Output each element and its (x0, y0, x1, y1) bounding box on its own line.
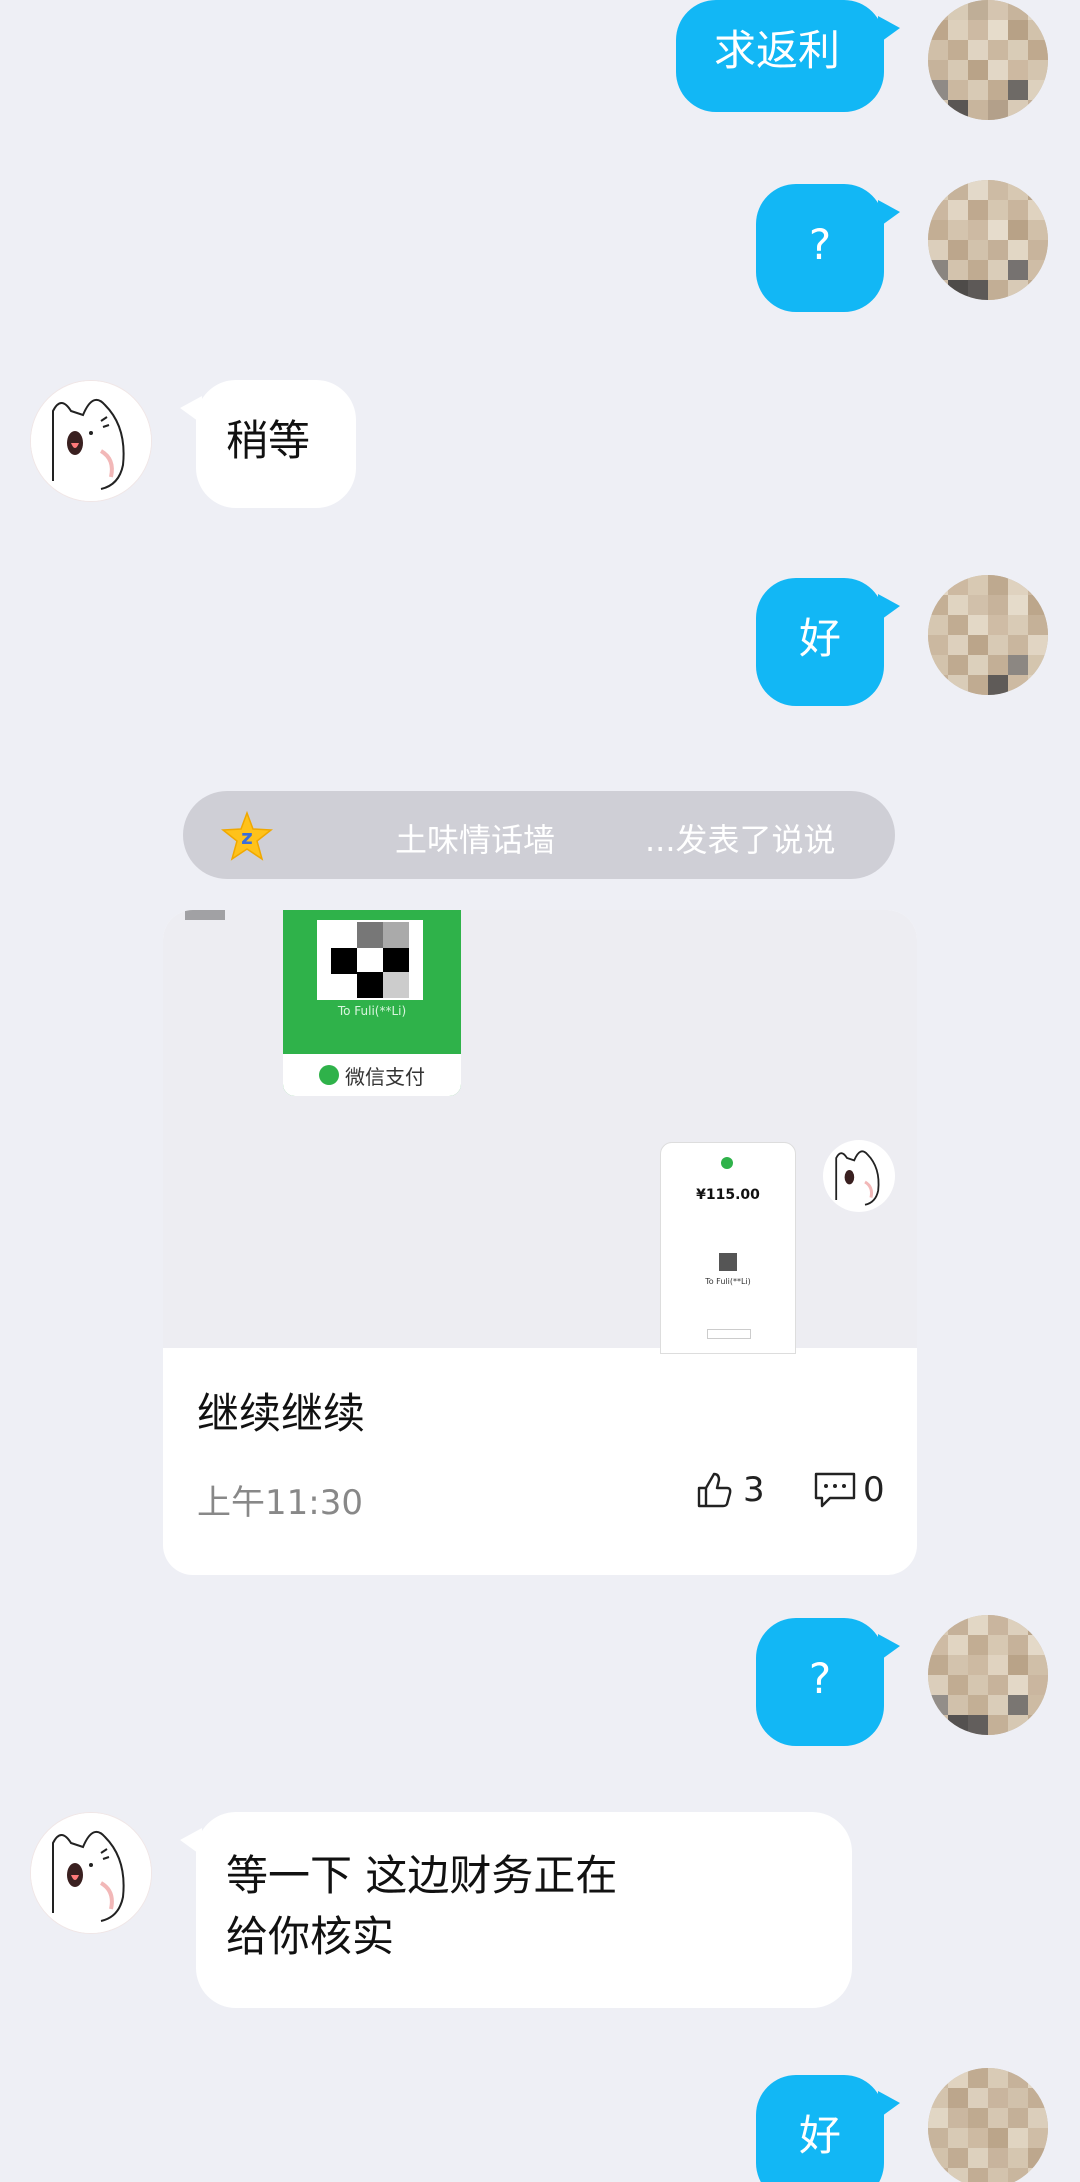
message-text: 求返利 (714, 26, 841, 75)
qr-code (317, 920, 423, 1000)
message-text: ? (808, 220, 832, 269)
message-bubble-incoming[interactable]: 稍等 (180, 380, 356, 508)
comment-icon (814, 1472, 856, 1508)
wechat-pay-qr-card: To Fuli(**Li) 微信支付 (283, 910, 461, 1096)
message-bubble-outgoing[interactable]: 好 (756, 2075, 900, 2182)
shared-post-card[interactable]: To Fuli(**Li) 微信支付 ¥115.00 To Fuli(**Li) (163, 910, 917, 1575)
message-bubble-outgoing[interactable]: ? (756, 1618, 900, 1746)
cat-avatar-icon (31, 1813, 151, 1933)
payment-receipt-screenshot: ¥115.00 To Fuli(**Li) (660, 1142, 796, 1354)
payee-name: To Fuli(**Li) (705, 1277, 751, 1286)
wechat-pay-icon (319, 1065, 339, 1085)
message-text: 好 (798, 2111, 841, 2160)
pay-recipient: To Fuli(**Li) (337, 1004, 407, 1018)
wechat-pay-footer: 微信支付 (283, 1054, 461, 1096)
message-bubble-outgoing[interactable]: ? (756, 184, 900, 312)
wechat-pay-label: 微信支付 (345, 1064, 425, 1089)
like-button[interactable]: 3 (695, 1470, 765, 1510)
contact-avatar[interactable] (30, 1812, 152, 1934)
thumbs-up-icon (697, 1472, 732, 1508)
chat-window: 求返利 ? 稍等 好 z 土味情话墙 ...发表了说说 To Fuli(**Li… (0, 0, 1080, 2182)
my-avatar[interactable] (928, 1615, 1048, 1735)
message-bubble-outgoing[interactable]: 求返利 (676, 0, 900, 112)
qzone-star-icon: z (221, 811, 273, 861)
post-image[interactable]: To Fuli(**Li) 微信支付 ¥115.00 To Fuli(**Li) (163, 910, 917, 1354)
message-bubble-incoming[interactable]: 等一下 这边财务正在 给你核实 (180, 1812, 852, 2008)
qzone-share-header[interactable]: z 土味情话墙 ...发表了说说 (183, 791, 895, 879)
svg-text:z: z (241, 825, 253, 849)
success-check-icon (721, 1157, 733, 1169)
contact-avatar[interactable] (30, 380, 152, 502)
my-avatar[interactable] (928, 2068, 1048, 2182)
my-avatar[interactable] (928, 180, 1048, 300)
payee-avatar-icon (719, 1253, 737, 1271)
cat-avatar-icon (31, 381, 151, 501)
post-text: 继续继续 (197, 1389, 366, 1438)
my-avatar[interactable] (928, 575, 1048, 695)
comment-button[interactable]: 0 (813, 1470, 885, 1510)
cat-sticker-icon (823, 1140, 895, 1212)
comment-count: 0 (863, 1470, 885, 1510)
message-text: 好 (798, 614, 841, 663)
payment-amount: ¥115.00 (696, 1187, 760, 1203)
message-bubble-outgoing[interactable]: 好 (756, 578, 900, 706)
qzone-source-title: 土味情话墙 (395, 821, 556, 859)
qzone-action-text: ...发表了说说 (645, 821, 836, 859)
my-avatar[interactable] (928, 0, 1048, 120)
post-time: 上午11:30 (197, 1483, 363, 1523)
like-count: 3 (743, 1470, 765, 1510)
message-text: 稍等 (226, 416, 311, 465)
message-text: ? (808, 1654, 832, 1703)
message-text-line: 等一下 这边财务正在 (226, 1851, 618, 1900)
message-text-line: 给你核实 (226, 1911, 395, 1961)
